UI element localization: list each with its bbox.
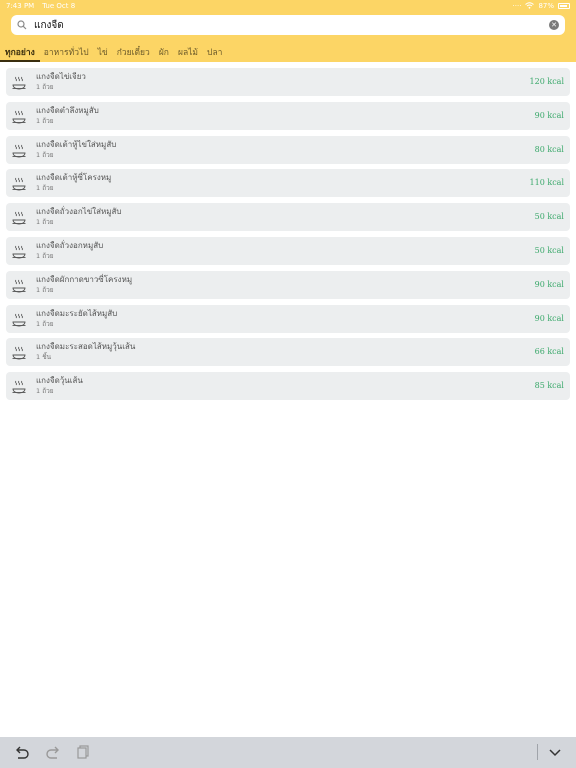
wifi-icon [525, 1, 535, 11]
item-name: แกงจืดถั่วงอกไข่ใส่หมูสับ [36, 207, 122, 217]
tab-fish[interactable]: ปลา [207, 42, 222, 62]
tab-eggs[interactable]: ไข่ [98, 42, 108, 62]
battery-icon [558, 3, 570, 9]
item-kcal: 110 kcal [529, 178, 564, 188]
hot-dish-icon [12, 312, 26, 327]
signal-icon: ···· [512, 2, 522, 10]
battery-percent: 87% [538, 2, 554, 10]
item-unit: 1 ถ้วย [36, 387, 54, 396]
tab-general-food[interactable]: อาหารทั่วไป [44, 42, 89, 62]
hot-dish-icon [12, 210, 26, 225]
item-kcal: 85 kcal [534, 381, 564, 391]
list-item[interactable]: แกงจืดมะระสอดไส้หมูวุ้นเส้น 1 ชิ้น 66 kca… [6, 338, 570, 367]
item-unit: 1 ถ้วย [36, 83, 54, 91]
tab-noodles[interactable]: ก๋วยเตี๋ยว [117, 42, 150, 62]
tab-fruits[interactable]: ผลไม้ [178, 42, 198, 62]
item-kcal: 90 kcal [534, 110, 564, 120]
item-name: แกงจืดเต้าหู้ไข่ใส่หมูสับ [36, 139, 117, 149]
list-item[interactable]: แกงจืดเต้าหู้ซี่โครงหมู 1 ถ้วย 110 kcal [6, 169, 570, 198]
item-kcal: 66 kcal [534, 347, 564, 357]
list-item[interactable]: แกงจืดถั่วงอกไข่ใส่หมูสับ 1 ถ้วย 50 kcal [6, 203, 570, 232]
list-item[interactable]: แกงจืดถั่วงอกหมูสับ 1 ถ้วย 50 kcal [6, 236, 570, 265]
search-icon [17, 19, 29, 31]
item-kcal: 90 kcal [534, 279, 564, 289]
redo-icon[interactable] [45, 744, 61, 760]
item-name: แกงจืดเต้าหู้ซี่โครงหมู [36, 173, 112, 183]
item-kcal: 90 kcal [534, 313, 564, 323]
status-bar: 7:43 PM Tue Oct 8 ···· 87% [0, 0, 576, 12]
tab-vegetables[interactable]: ผัก [159, 42, 169, 62]
item-name: แกงจืดมะระยัดไส้หมูสับ [36, 308, 118, 318]
item-unit: 1 ชิ้น [36, 353, 52, 362]
status-date: Tue Oct 8 [42, 2, 76, 10]
list-item[interactable]: แกงจืดมะระยัดไส้หมูสับ 1 ถ้วย 90 kcal [6, 304, 570, 333]
hot-dish-icon [12, 143, 26, 158]
hot-dish-icon [12, 278, 26, 293]
item-unit: 1 ถ้วย [36, 285, 54, 294]
clear-circle-icon[interactable]: ✕ [549, 20, 559, 30]
list-item[interactable]: แกงจืดไข่เจียว 1 ถ้วย 120 kcal [6, 68, 570, 96]
item-unit: 1 ถ้วย [36, 184, 54, 193]
item-unit: 1 ถ้วย [36, 116, 54, 125]
item-kcal: 50 kcal [534, 245, 564, 255]
hot-dish-icon [12, 379, 26, 394]
search-bar[interactable]: ✕ [11, 15, 565, 35]
list-item[interactable]: แกงจืดตำลึงหมูสับ 1 ถ้วย 90 kcal [6, 101, 570, 130]
hot-dish-icon [12, 244, 26, 259]
tab-all[interactable]: ทุกอย่าง [0, 42, 40, 62]
hot-dish-icon [12, 176, 26, 191]
keyboard-toolbar [0, 737, 576, 768]
item-name: แกงจืดไข่เจียว [36, 72, 86, 81]
item-kcal: 80 kcal [534, 144, 564, 154]
item-name: แกงจืดถั่วงอกหมูสับ [36, 240, 104, 250]
item-unit: 1 ถ้วย [36, 218, 54, 227]
item-name: แกงจืดตำลึงหมูสับ [36, 105, 99, 115]
item-name: แกงจืดผักกาดขาวซี่โครงหมู [36, 274, 133, 284]
hot-dish-icon [12, 109, 26, 124]
category-tabs: ทุกอย่าง อาหารทั่วไป ไข่ ก๋วยเตี๋ยว ผัก … [0, 42, 576, 62]
chevron-down-icon[interactable] [547, 744, 563, 760]
list-item[interactable]: แกงจืดวุ้นเส้น 1 ถ้วย 85 kcal [6, 372, 570, 401]
list-item[interactable]: แกงจืดผักกาดขาวซี่โครงหมู 1 ถ้วย 90 kcal [6, 270, 570, 299]
item-kcal: 120 kcal [529, 77, 564, 86]
list-item[interactable]: แกงจืดเต้าหู้ไข่ใส่หมูสับ 1 ถ้วย 80 kcal [6, 135, 570, 164]
item-unit: 1 ถ้วย [36, 319, 54, 328]
item-unit: 1 ถ้วย [36, 251, 54, 260]
item-name: แกงจืดมะระสอดไส้หมูวุ้นเส้น [36, 342, 136, 352]
item-name: แกงจืดวุ้นเส้น [36, 376, 83, 386]
item-unit: 1 ถ้วย [36, 150, 54, 159]
hot-dish-icon [12, 345, 26, 360]
undo-icon[interactable] [14, 744, 30, 760]
header: 7:43 PM Tue Oct 8 ···· 87% ✕ ทุกอย่าง อา… [0, 0, 576, 62]
clipboard-icon[interactable] [75, 744, 91, 760]
food-list: แกงจืดไข่เจียว 1 ถ้วย 120 kcal แกงจืดตำลึ… [6, 68, 570, 406]
item-kcal: 50 kcal [534, 212, 564, 222]
search-input[interactable] [34, 16, 549, 34]
status-time: 7:43 PM [6, 2, 35, 10]
toolbar-divider [537, 744, 538, 760]
hot-dish-icon [12, 75, 26, 90]
